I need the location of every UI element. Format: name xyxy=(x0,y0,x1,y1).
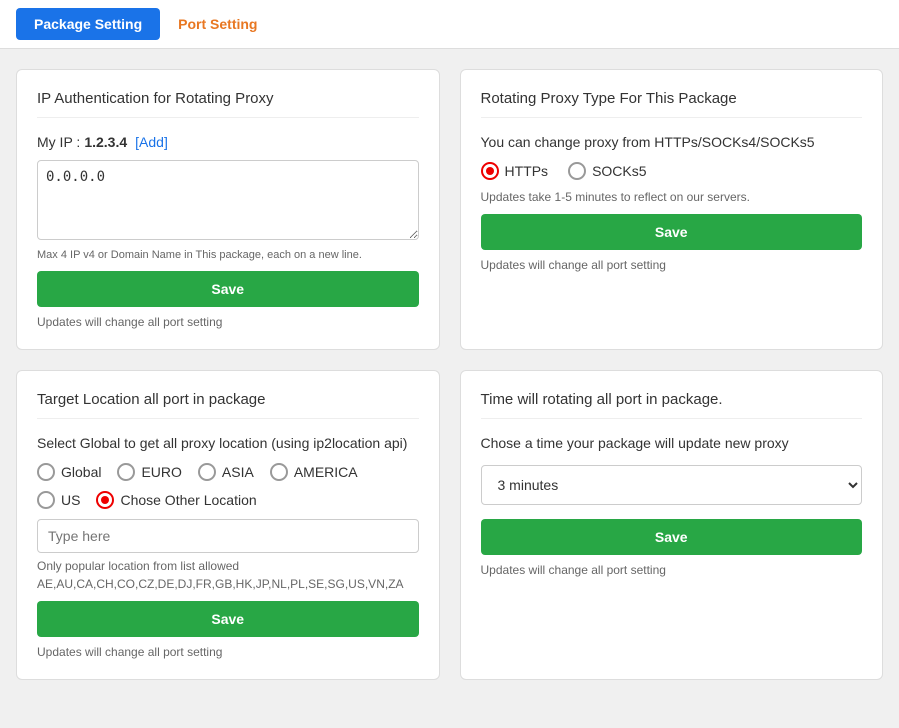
us-radio[interactable] xyxy=(37,491,55,509)
us-label: US xyxy=(61,492,80,508)
chose-other-option[interactable]: Chose Other Location xyxy=(96,491,256,509)
country-codes: AE,AU,CA,CH,CO,CZ,DE,DJ,FR,GB,HK,JP,NL,P… xyxy=(37,577,419,591)
euro-option[interactable]: EURO xyxy=(117,463,181,481)
socks5-radio[interactable] xyxy=(568,162,586,180)
package-setting-tab[interactable]: Package Setting xyxy=(16,8,160,40)
asia-option[interactable]: ASIA xyxy=(198,463,254,481)
time-description: Chose a time your package will update ne… xyxy=(481,435,863,451)
ip-update-note: Updates will change all port setting xyxy=(37,315,419,329)
ip-auth-card: IP Authentication for Rotating Proxy My … xyxy=(16,69,440,350)
chose-other-radio[interactable] xyxy=(96,491,114,509)
asia-radio[interactable] xyxy=(198,463,216,481)
location-type-input[interactable] xyxy=(37,519,419,553)
location-save-button[interactable]: Save xyxy=(37,601,419,637)
ip-value: 1.2.3.4 xyxy=(84,134,127,150)
location-radio-row-2: US Chose Other Location xyxy=(37,491,419,509)
update-time-note: Updates take 1-5 minutes to reflect on o… xyxy=(481,190,863,204)
only-popular-note: Only popular location from list allowed xyxy=(37,559,419,573)
my-ip-row: My IP : 1.2.3.4 [Add] xyxy=(37,134,419,150)
america-label: AMERICA xyxy=(294,464,358,480)
my-ip-label: My IP : xyxy=(37,134,80,150)
top-navigation: Package Setting Port Setting xyxy=(0,0,899,49)
port-setting-tab[interactable]: Port Setting xyxy=(160,8,275,40)
global-label: Global xyxy=(61,464,101,480)
location-description: Select Global to get all proxy location … xyxy=(37,435,419,451)
location-update-note: Updates will change all port setting xyxy=(37,645,419,659)
main-content: IP Authentication for Rotating Proxy My … xyxy=(0,49,899,700)
time-update-note: Updates will change all port setting xyxy=(481,563,863,577)
proxy-description: You can change proxy from HTTPs/SOCKs4/S… xyxy=(481,134,863,150)
global-option[interactable]: Global xyxy=(37,463,101,481)
ip-help-text: Max 4 IP v4 or Domain Name in This packa… xyxy=(37,249,419,261)
euro-radio[interactable] xyxy=(117,463,135,481)
us-option[interactable]: US xyxy=(37,491,80,509)
rotating-proxy-card: Rotating Proxy Type For This Package You… xyxy=(460,69,884,350)
america-radio[interactable] xyxy=(270,463,288,481)
global-radio[interactable] xyxy=(37,463,55,481)
proxy-type-save-button[interactable]: Save xyxy=(481,214,863,250)
target-location-card: Target Location all port in package Sele… xyxy=(16,370,440,680)
time-select[interactable]: 1 minute 2 minutes 3 minutes 5 minutes 1… xyxy=(481,465,863,505)
chose-other-label: Chose Other Location xyxy=(120,492,256,508)
america-option[interactable]: AMERICA xyxy=(270,463,358,481)
socks5-label: SOCKs5 xyxy=(592,163,646,179)
rotating-proxy-title: Rotating Proxy Type For This Package xyxy=(481,90,863,118)
time-rotating-card: Time will rotating all port in package. … xyxy=(460,370,884,680)
asia-label: ASIA xyxy=(222,464,254,480)
proxy-type-radio-group: HTTPs SOCKs5 xyxy=(481,162,863,180)
https-option[interactable]: HTTPs xyxy=(481,162,549,180)
ip-save-button[interactable]: Save xyxy=(37,271,419,307)
location-radio-row-1: Global EURO ASIA AMERICA xyxy=(37,463,419,481)
target-location-title: Target Location all port in package xyxy=(37,391,419,419)
https-radio[interactable] xyxy=(481,162,499,180)
https-label: HTTPs xyxy=(505,163,549,179)
time-rotating-title: Time will rotating all port in package. xyxy=(481,391,863,419)
ip-auth-title: IP Authentication for Rotating Proxy xyxy=(37,90,419,118)
time-save-button[interactable]: Save xyxy=(481,519,863,555)
proxy-type-update-note: Updates will change all port setting xyxy=(481,258,863,272)
ip-textarea[interactable]: 0.0.0.0 xyxy=(37,160,419,240)
euro-label: EURO xyxy=(141,464,181,480)
socks5-option[interactable]: SOCKs5 xyxy=(568,162,646,180)
add-ip-link[interactable]: [Add] xyxy=(135,134,168,150)
